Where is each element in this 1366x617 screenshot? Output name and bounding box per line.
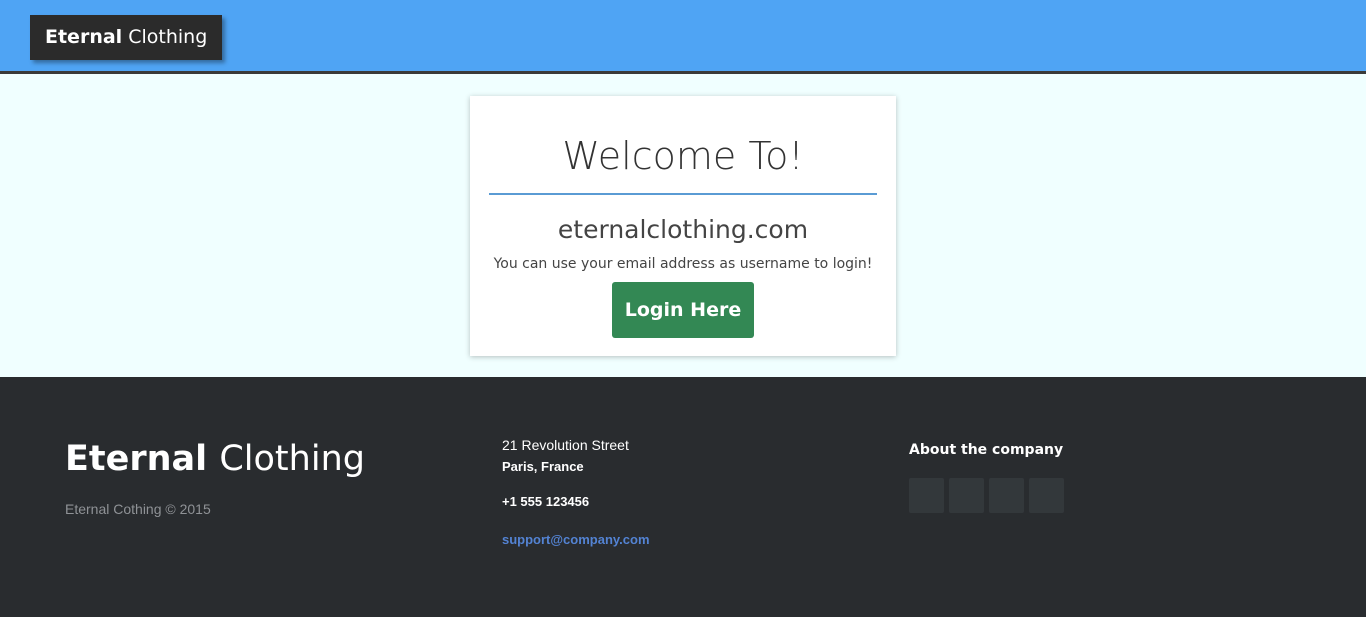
about-company-heading: About the company bbox=[909, 442, 1064, 458]
title-divider bbox=[489, 193, 877, 195]
login-hint: You can use your email address as userna… bbox=[493, 256, 873, 272]
site-name: eternalclothing.com bbox=[557, 215, 809, 244]
social-button-2[interactable] bbox=[949, 478, 984, 513]
footer-copyright: Eternal Cothing © 2015 bbox=[65, 501, 211, 517]
login-button[interactable]: Login Here bbox=[612, 282, 754, 338]
main-content: Welcome To! eternalclothing.com You can … bbox=[0, 74, 1366, 377]
welcome-title: Welcome To! bbox=[562, 134, 804, 178]
footer-brand-bold: Eternal bbox=[65, 439, 208, 479]
social-button-3[interactable] bbox=[989, 478, 1024, 513]
brand-light-text: Clothing bbox=[128, 26, 208, 48]
top-navbar: Eternal Clothing bbox=[0, 0, 1366, 74]
social-buttons bbox=[909, 478, 1064, 513]
support-email-link[interactable]: support@company.com bbox=[502, 532, 650, 547]
address-city: Paris, France bbox=[502, 459, 584, 474]
address-street: 21 Revolution Street bbox=[502, 437, 629, 453]
brand-bold-text: Eternal bbox=[45, 26, 123, 48]
brand-logo[interactable]: Eternal Clothing bbox=[30, 15, 223, 60]
footer: Eternal Clothing Eternal Cothing © 2015 … bbox=[0, 377, 1366, 617]
social-button-1[interactable] bbox=[909, 478, 944, 513]
phone-number: +1 555 123456 bbox=[502, 494, 590, 509]
footer-brand: Eternal Clothing bbox=[65, 437, 365, 481]
footer-brand-light: Clothing bbox=[219, 439, 365, 479]
welcome-card: Welcome To! eternalclothing.com You can … bbox=[470, 96, 896, 356]
social-button-4[interactable] bbox=[1029, 478, 1064, 513]
